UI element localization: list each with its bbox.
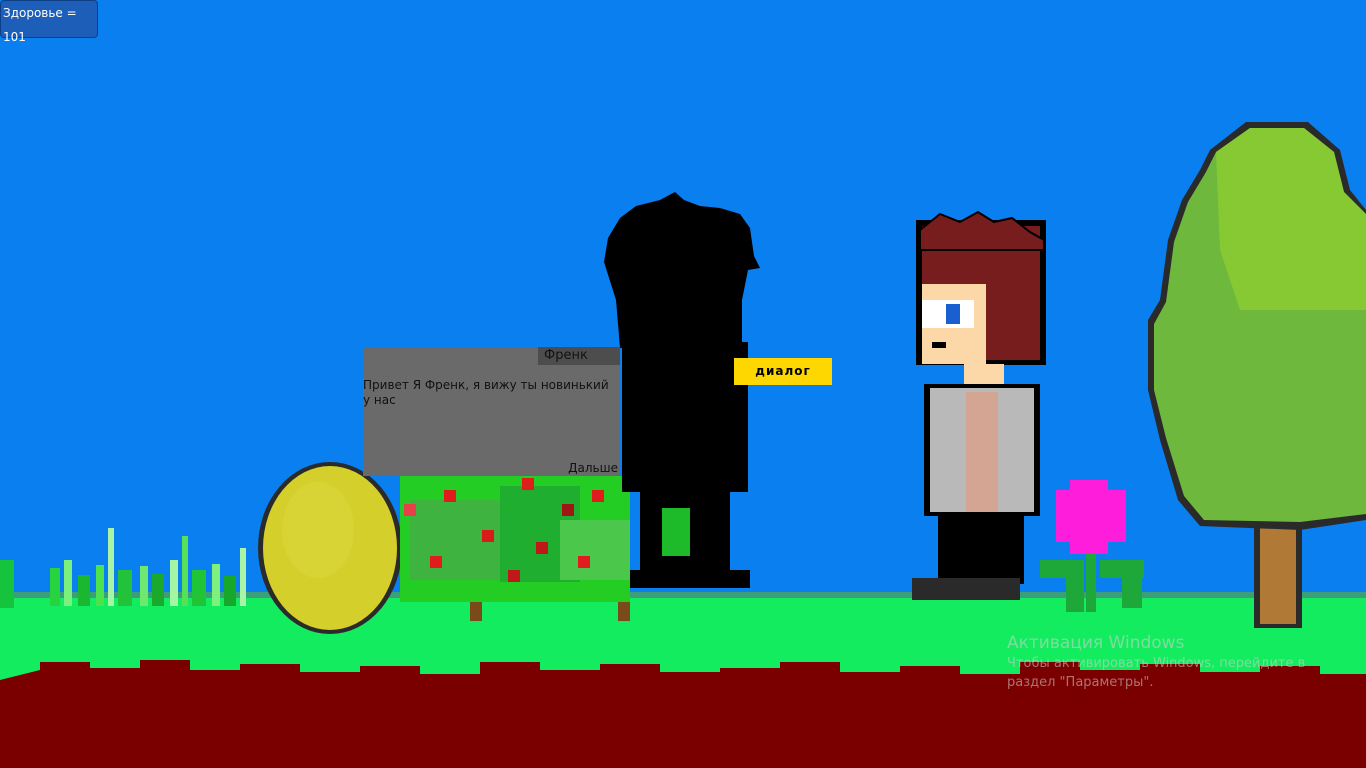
dialog-box: Френк Привет Я Френк, я вижу ты новиньки… [363, 347, 620, 476]
berry-bush [400, 476, 630, 621]
game-scene: Здоровье = 101 Френк Привет Я Френк, я в… [0, 0, 1366, 768]
activation-line-2: раздел "Параметры". [1007, 675, 1154, 690]
dialog-text: Привет Я Френк, я вижу ты новинький у на… [363, 378, 609, 407]
start-dialog-button[interactable]: диалог [734, 358, 832, 385]
activation-line-1: Чтобы активировать Windows, перейдите в [1007, 656, 1306, 671]
windows-activation-watermark: Активация Windows Чтобы активировать Win… [1007, 632, 1357, 692]
dialog-speaker-name: Френк [538, 347, 620, 365]
activation-title: Активация Windows [1007, 633, 1185, 653]
health-indicator: Здоровье = 101 [0, 0, 98, 44]
dialog-next-button[interactable]: Дальше [568, 460, 618, 476]
egg [258, 462, 402, 634]
